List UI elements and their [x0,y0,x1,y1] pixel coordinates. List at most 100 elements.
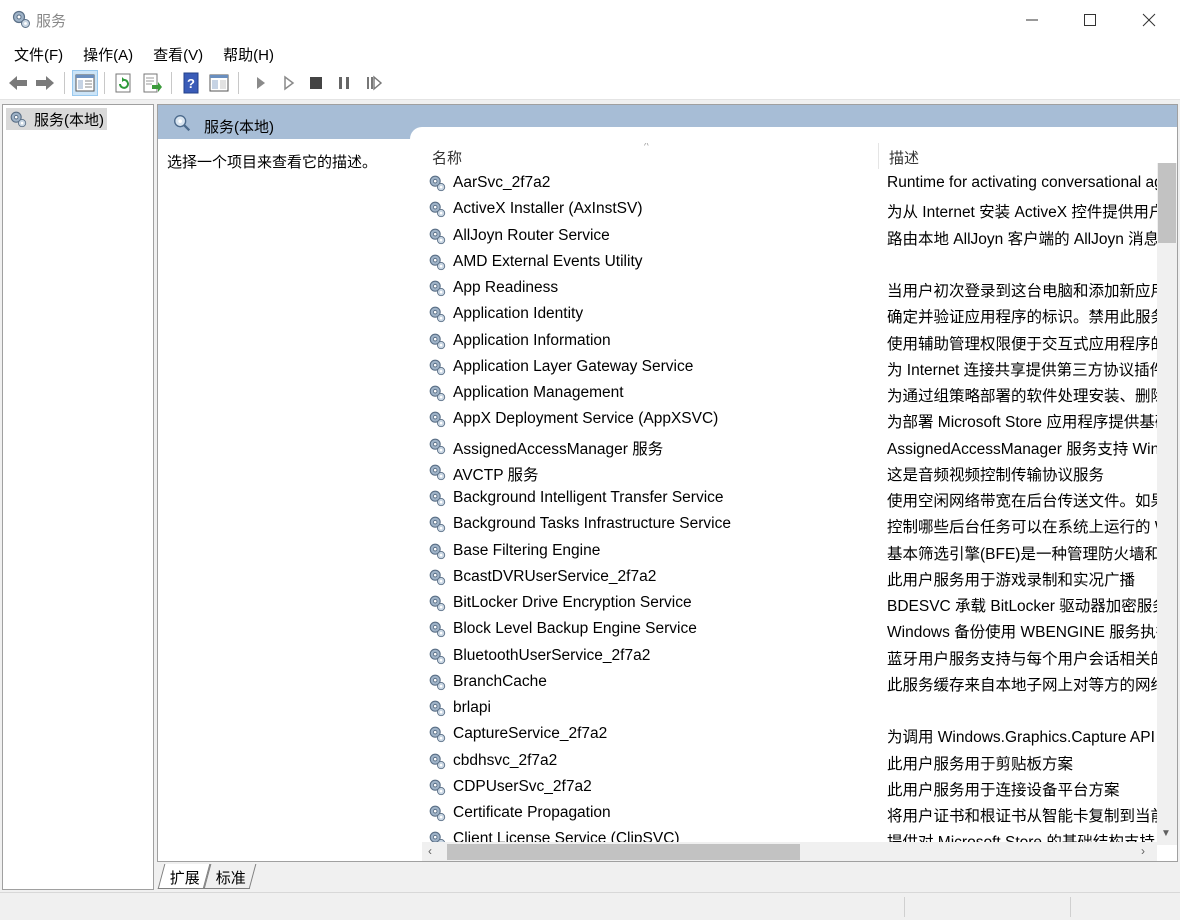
description-pane: 选择一个项目来查看它的描述。 [158,139,414,861]
service-gear-icon [429,438,446,454]
column-header-name[interactable]: 名称 ^ [422,143,878,169]
properties-view-button[interactable] [206,70,232,96]
horizontal-scroll-thumb[interactable] [447,844,800,860]
service-row[interactable]: AVCTP 服务 这是音频视频控制传输协议服务 [422,459,1157,485]
toolbar: ? [0,66,1180,100]
maximize-button[interactable] [1061,0,1119,40]
start-service-alt-button[interactable] [275,70,301,96]
forward-arrow-icon [36,76,54,90]
service-description: 当用户初次登录到这台电脑和添加新应用 [887,283,1157,300]
service-rows: AarSvc_2f7a2 Runtime for activating conve… [422,170,1157,849]
service-row[interactable]: Base Filtering Engine 基本筛选引擎(BFE)是一种管理防火墙… [422,538,1157,564]
service-gear-icon [429,805,446,822]
service-row[interactable]: BcastDVRUserService_2f7a2 此用户服务用于游戏录制和实况广… [422,564,1157,590]
service-description: 确定并验证应用程序的标识。禁用此服务 [887,309,1157,327]
service-row[interactable]: CDPUserSvc_2f7a2 此用户服务用于连接设备平台方案 [422,774,1157,800]
service-name: BcastDVRUserService_2f7a2 [453,567,657,585]
menu-help[interactable]: 帮助(H) [215,40,282,66]
show-hide-console-tree-button[interactable] [72,70,98,96]
service-name: CDPUserSvc_2f7a2 [453,777,592,795]
resume-service-icon [367,75,383,91]
service-gear-icon [429,490,446,507]
close-button[interactable] [1120,0,1178,40]
service-row[interactable]: Certificate Propagation 将用户证书和根证书从智能卡复制到当… [422,800,1157,826]
service-row[interactable]: App Readiness 当用户初次登录到这台电脑和添加新应用 [422,275,1157,301]
service-gear-icon [429,464,446,480]
service-row[interactable]: Application Information 使用辅助管理权限便于交互式应用程序… [422,328,1157,354]
service-gear-icon [429,228,446,244]
stop-service-button[interactable] [303,70,329,96]
service-gear-icon [429,700,446,717]
tree-item-label: 服务(本地) [34,111,104,129]
service-row[interactable]: AllJoyn Router Service 路由本地 AllJoyn 客户端的 … [422,223,1157,249]
service-description: 此用户服务用于连接设备平台方案 [887,781,1120,799]
service-row[interactable]: brlapi [422,695,1157,721]
service-row[interactable]: CaptureService_2f7a2 为调用 Windows.Graphics… [422,721,1157,747]
minimize-icon [1026,19,1038,21]
tree-item-services-local[interactable]: 服务(本地) [6,108,107,130]
service-row[interactable]: AMD External Events Utility [422,249,1157,275]
toolbar-separator [238,72,239,94]
column-header-description-label: 描述 [889,150,920,167]
pause-service-button[interactable] [331,70,357,96]
toolbar-separator [104,72,105,94]
tab-extended[interactable]: 扩展 [157,864,211,889]
service-row[interactable]: AssignedAccessManager 服务 AssignedAccessMa… [422,433,1157,459]
service-row[interactable]: BluetoothUserService_2f7a2 蓝牙用户服务支持与每个用户会… [422,643,1157,669]
minimize-button[interactable] [1003,0,1061,40]
maximize-icon [1084,14,1096,26]
service-row[interactable]: Application Identity 确定并验证应用程序的标识。禁用此服务 [422,301,1157,327]
service-gear-icon [429,175,446,192]
service-name: App Readiness [453,279,559,296]
service-row[interactable]: AarSvc_2f7a2 Runtime for activating conve… [422,170,1157,196]
service-gear-icon [429,516,446,533]
service-description: 这是音频视频控制传输协议服务 [887,466,1105,484]
menu-action[interactable]: 操作(A) [75,40,141,66]
service-description: 使用空闲网络带宽在后台传送文件。如果 [887,493,1157,510]
tab-standard[interactable]: 标准 [203,864,257,889]
service-description: BDESVC 承载 BitLocker 驱动器加密服务。 [887,598,1157,615]
service-name: AVCTP 服务 [453,466,539,484]
horizontal-scrollbar[interactable]: ‹ › [422,842,1157,861]
menu-view[interactable]: 查看(V) [145,40,211,66]
back-button[interactable] [5,70,31,96]
pause-service-icon [339,77,349,89]
start-service-alt-icon [284,75,295,91]
menu-file[interactable]: 文件(F) [6,40,71,66]
pane-header-title: 服务(本地) [204,119,274,136]
forward-button[interactable] [32,70,58,96]
scroll-down-icon[interactable]: ▼ [1161,828,1171,839]
help-button[interactable]: ? [178,70,204,96]
services-gear-icon [12,10,30,28]
service-gear-icon [429,359,446,375]
service-row[interactable]: Application Management 为通过组策略部署的软件处理安装、删除 [422,380,1157,406]
service-name: Certificate Propagation [453,804,611,821]
service-description: 此服务缓存来自本地子网上对等方的网络 [887,676,1157,694]
window-title: 服务 [36,13,67,30]
service-row[interactable]: Application Layer Gateway Service 为 Inter… [422,354,1157,380]
column-header-description[interactable]: 描述 [878,143,1158,169]
service-row[interactable]: AppX Deployment Service (AppXSVC) 为部署 Mic… [422,406,1157,432]
refresh-button[interactable] [111,70,137,96]
service-gear-icon [429,543,446,559]
service-row[interactable]: ActiveX Installer (AxInstSV) 为从 Internet … [422,196,1157,222]
service-row[interactable]: Block Level Backup Engine Service Windows… [422,616,1157,642]
vertical-scroll-thumb[interactable] [1158,163,1176,243]
service-row[interactable]: cbdhsvc_2f7a2 此用户服务用于剪贴板方案 [422,748,1157,774]
service-name: Background Tasks Infrastructure Service [453,515,731,533]
service-name: Background Intelligent Transfer Service [453,489,724,506]
service-row[interactable]: Background Intelligent Transfer Service 使… [422,485,1157,511]
service-row[interactable]: BranchCache 此服务缓存来自本地子网上对等方的网络 [422,669,1157,695]
service-row[interactable]: BitLocker Drive Encryption Service BDESVC… [422,590,1157,616]
vertical-scrollbar[interactable]: ▲ ▼ [1157,163,1177,845]
scroll-left-icon[interactable]: ‹ [428,844,432,858]
service-row[interactable]: Background Tasks Infrastructure Service 控… [422,511,1157,537]
status-divider [904,897,905,917]
resume-service-button[interactable] [360,70,386,96]
service-description: Runtime for activating conversational ag [887,174,1157,191]
scroll-right-icon[interactable]: › [1141,844,1145,858]
export-list-button[interactable] [139,70,165,96]
service-gear-icon [429,385,446,402]
service-gear-icon [429,306,446,323]
start-service-button[interactable] [247,70,273,96]
